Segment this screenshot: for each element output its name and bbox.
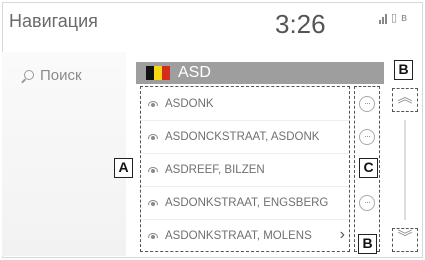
scroll-down-button[interactable]: ︾ (392, 228, 418, 252)
poi-icon (147, 131, 159, 143)
list-item[interactable]: ASDONKSTRAAT, ENGSBERG (141, 186, 349, 219)
options-button[interactable]: ··· (359, 129, 375, 145)
poi-icon (147, 197, 159, 209)
list-item-label: ASDONKSTRAAT, MOLENS (165, 230, 312, 242)
callout-b-bottom: B (358, 234, 377, 254)
list-item[interactable]: ASDREEF, BILZEN (141, 153, 349, 186)
poi-icon (147, 164, 159, 176)
country-flag-icon (146, 66, 170, 80)
results-list: ASDONK ASDONCKSTRAAT, ASDONK ASDREEF, BI… (140, 86, 350, 252)
search-label: Поиск (40, 66, 82, 84)
poi-icon (147, 98, 159, 110)
options-button[interactable]: ··· (359, 96, 375, 112)
callout-c: C (359, 158, 378, 178)
callout-b-top: B (394, 60, 413, 80)
bluetooth-icon: ʙ (401, 12, 407, 24)
search-button[interactable]: Поиск (12, 62, 118, 88)
results-header: ASD (136, 62, 384, 84)
list-item[interactable]: ASDONKSTRAAT, MOLENS › (141, 219, 349, 252)
screen-title: Навигация (9, 11, 98, 31)
scrollbar-track[interactable] (404, 120, 406, 220)
chevron-right-icon[interactable]: › (340, 226, 345, 244)
phone-icon: ▯ (391, 12, 398, 24)
status-bar: ▯ ʙ (379, 13, 407, 24)
signal-icon (379, 14, 387, 24)
callout-a: A (114, 158, 133, 178)
sidebar: Поиск (2, 52, 126, 256)
scroll-column: ︽ ︾ (384, 84, 418, 254)
list-item-label: ASDONCKSTRAAT, ASDONK (165, 131, 320, 143)
results-header-label: ASD (178, 64, 211, 81)
list-item-label: ASDONK (165, 97, 214, 110)
list-item-label: ASDREEF, BILZEN (165, 164, 265, 176)
scroll-up-button[interactable]: ︽ (392, 88, 418, 112)
clock: 3:26 (275, 9, 326, 39)
options-button[interactable]: ··· (359, 195, 375, 211)
list-item[interactable]: ASDONK (141, 87, 349, 120)
list-item-label: ASDONKSTRAAT, ENGSBERG (165, 197, 329, 209)
list-item[interactable]: ASDONCKSTRAAT, ASDONK (141, 120, 349, 153)
search-icon (24, 70, 34, 80)
poi-icon (147, 230, 159, 242)
